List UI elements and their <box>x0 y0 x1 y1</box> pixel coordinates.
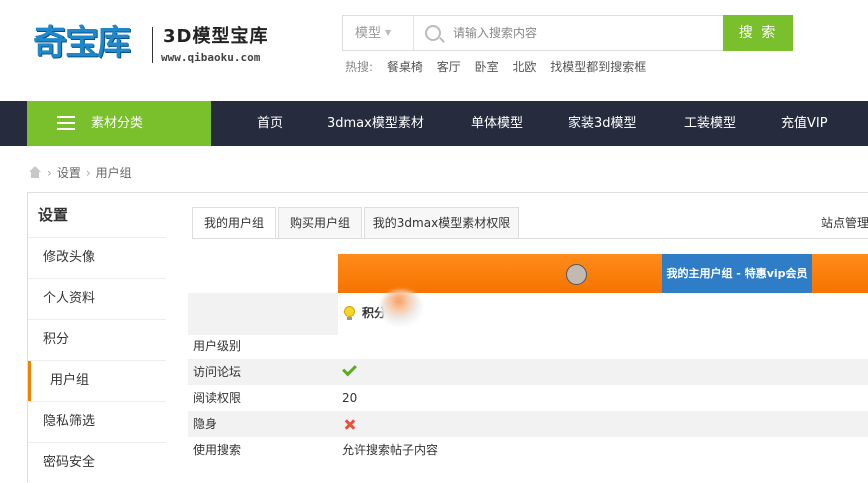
hot-label: 热搜: <box>345 60 374 74</box>
hot-item[interactable]: 餐桌椅 <box>387 60 423 74</box>
cross-icon <box>344 419 356 430</box>
logo-divider <box>152 27 153 63</box>
sidebar-item-password[interactable]: 密码安全 <box>28 442 166 483</box>
table-row: 用户级别 <box>188 333 868 359</box>
logo-mark: 奇宝库 <box>33 23 131 63</box>
tab-underline <box>192 238 868 239</box>
search-type-label: 模型 <box>355 26 382 41</box>
hot-item[interactable]: 卧室 <box>475 60 499 74</box>
category-menu-label: 素材分类 <box>91 116 144 131</box>
breadcrumb-settings[interactable]: 设置 <box>57 166 81 180</box>
perm-label: 使用搜索 <box>193 443 242 457</box>
site-header: 奇宝库 3D模型宝库 www.qibaoku.com 模型▼ 搜 索 热搜: 餐… <box>0 0 868 101</box>
nav-item-home-decor[interactable]: 家装3d模型 <box>568 101 637 146</box>
breadcrumb: › 设置 › 用户组 <box>28 164 132 182</box>
usergroup-indicator <box>566 264 587 285</box>
search-type-select[interactable]: 模型 ▼ <box>343 16 414 50</box>
main-nav: 素材分类 首页 3dmax模型素材 单体模型 家装3d模型 工装模型 充值VIP <box>0 101 868 146</box>
tab-buy-usergroup[interactable]: 购买用户组 <box>278 207 362 238</box>
perm-value: 允许搜索帖子内容 <box>342 443 439 457</box>
category-menu-button[interactable]: 素材分类 <box>27 101 211 146</box>
check-icon <box>342 361 357 377</box>
cursor-blur <box>380 290 422 326</box>
search-box: 模型 ▼ <box>342 15 724 51</box>
settings-sidebar: 设置 修改头像 个人资料 积分 用户组 隐私筛选 密码安全 <box>28 193 166 473</box>
chevron-right-icon: › <box>85 166 91 180</box>
hot-searches: 热搜: 餐桌椅 客厅 卧室 北欧 找模型都到搜索框 <box>345 58 646 76</box>
sidebar-title: 设置 <box>38 206 69 224</box>
tab-my-usergroup[interactable]: 我的用户组 <box>192 207 276 239</box>
table-row: 使用搜索 允许搜索帖子内容 <box>188 437 868 463</box>
current-usergroup-badge: 我的主用户组 - 特惠vip会员 <box>662 254 812 293</box>
perm-value: 20 <box>342 391 358 405</box>
chevron-right-icon: › <box>47 166 52 180</box>
logo-title: 3D模型宝库 <box>163 26 269 47</box>
sidebar-item-usergroup[interactable]: 用户组 <box>28 360 166 401</box>
search-button[interactable]: 搜 索 <box>723 15 793 51</box>
search-icon <box>425 25 441 41</box>
menu-icon <box>57 116 75 130</box>
logo-url: www.qibaoku.com <box>161 51 261 64</box>
breadcrumb-current: 用户组 <box>95 166 132 180</box>
sidebar-item-avatar[interactable]: 修改头像 <box>28 237 166 278</box>
site-logo[interactable]: 奇宝库 3D模型宝库 www.qibaoku.com <box>33 22 273 68</box>
sidebar-item-credits[interactable]: 积分 <box>28 319 166 360</box>
table-row: 访问论坛 <box>188 359 868 385</box>
search-input[interactable] <box>453 16 721 50</box>
tab-3dmax-permissions[interactable]: 我的3dmax模型素材权限 <box>364 207 519 238</box>
lightbulb-icon <box>344 306 355 320</box>
nav-item-commercial[interactable]: 工装模型 <box>684 101 736 146</box>
nav-item-vip[interactable]: 充值VIP <box>781 101 828 146</box>
site-admin-link[interactable]: 站点管理 <box>821 214 868 232</box>
perm-label: 用户级别 <box>193 339 242 353</box>
nav-item-3dmax[interactable]: 3dmax模型素材 <box>327 101 424 146</box>
perm-label: 访问论坛 <box>193 365 242 379</box>
hot-item[interactable]: 北欧 <box>512 60 536 74</box>
chevron-down-icon: ▼ <box>385 28 392 37</box>
hot-item[interactable]: 客厅 <box>437 60 461 74</box>
home-icon[interactable] <box>28 166 42 178</box>
sidebar-item-profile[interactable]: 个人资料 <box>28 278 166 319</box>
perm-label: 隐身 <box>193 417 218 431</box>
hot-item[interactable]: 找模型都到搜索框 <box>550 60 646 74</box>
perm-label: 阅读权限 <box>193 391 242 405</box>
table-row: 隐身 <box>188 411 868 437</box>
group-label-cell <box>188 293 338 335</box>
table-row: 阅读权限 20 <box>188 385 868 411</box>
nav-item-home[interactable]: 首页 <box>257 101 283 146</box>
nav-item-single-models[interactable]: 单体模型 <box>471 101 523 146</box>
sidebar-item-privacy[interactable]: 隐私筛选 <box>28 401 166 442</box>
